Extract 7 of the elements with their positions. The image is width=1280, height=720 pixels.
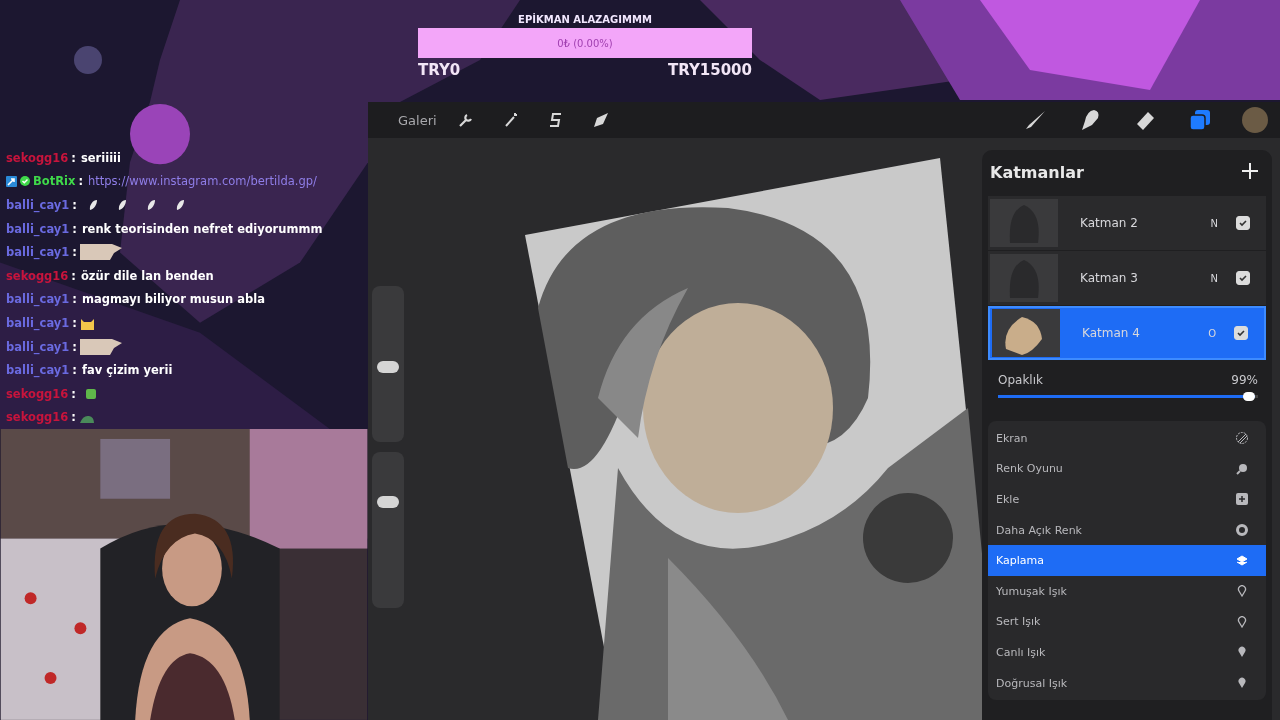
- color-swatch[interactable]: [1242, 107, 1268, 133]
- layers-icon: [1189, 109, 1211, 131]
- selection-icon: [548, 112, 563, 128]
- gallery-button[interactable]: Galeri: [398, 112, 437, 128]
- magic-wand-icon: [502, 112, 519, 128]
- wrench-icon: [457, 112, 474, 128]
- brush-icon: [1023, 108, 1047, 132]
